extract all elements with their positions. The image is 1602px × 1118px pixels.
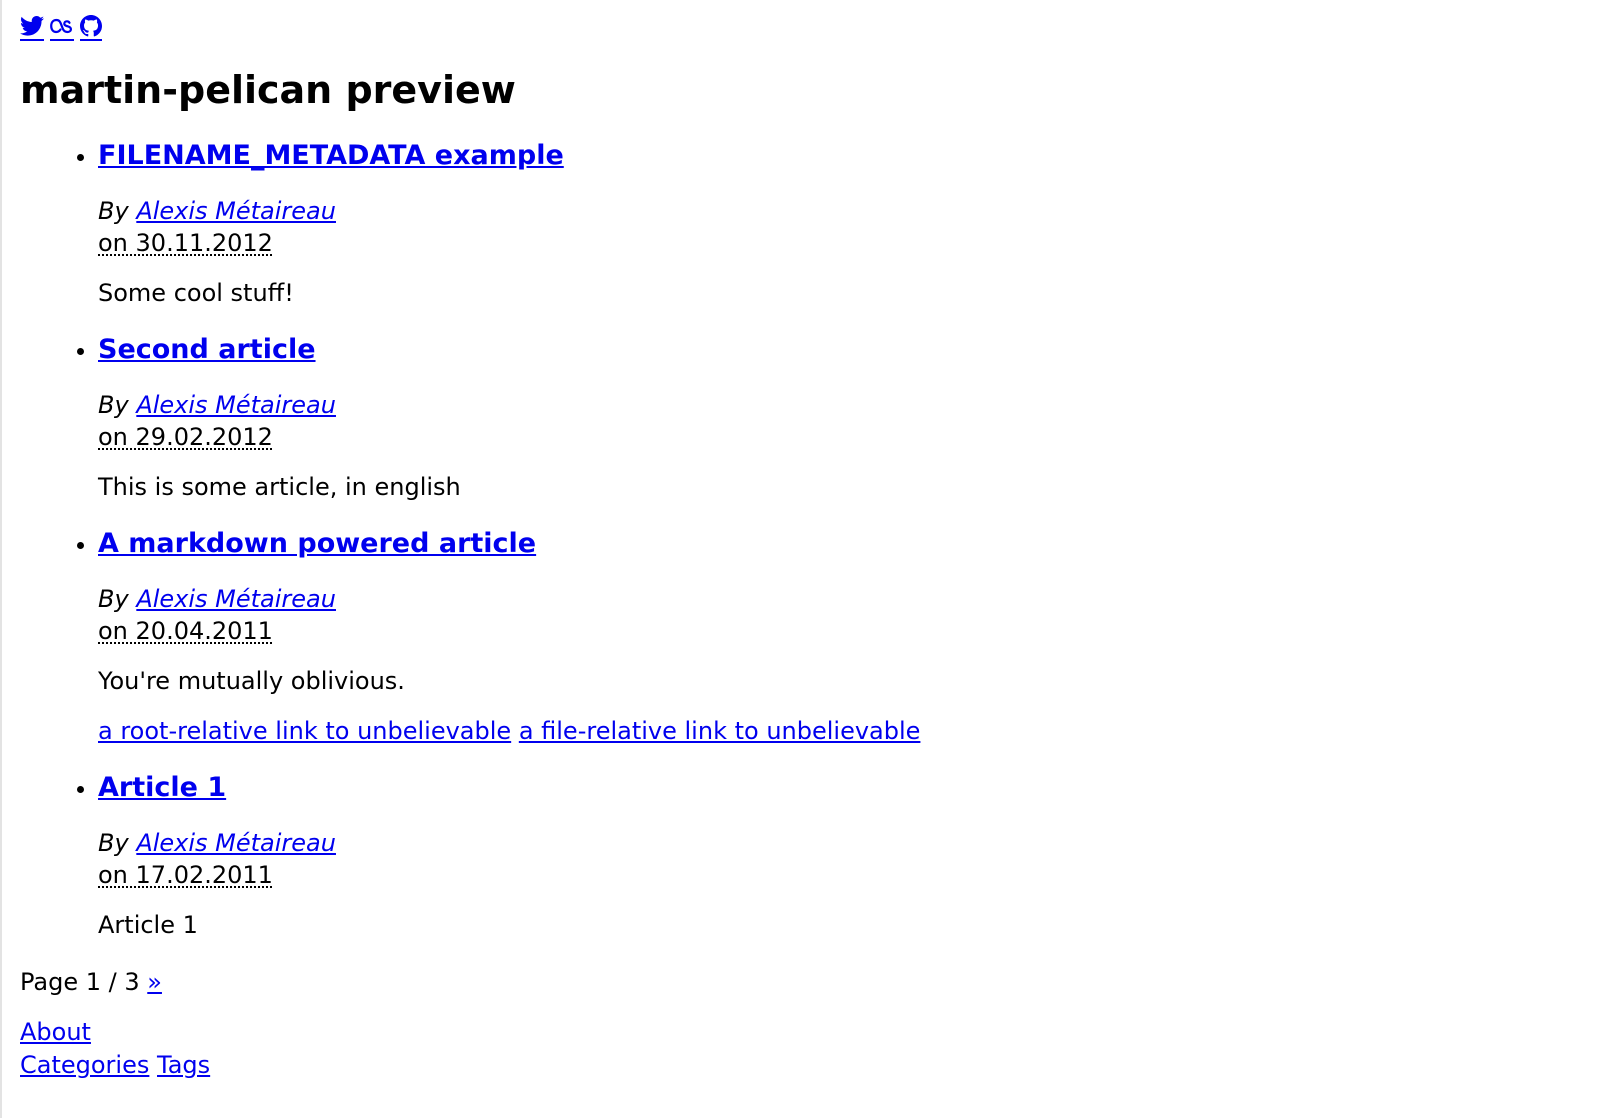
- byline: By Alexis Métaireau: [98, 389, 1498, 421]
- article-date: on 17.02.2011: [98, 861, 273, 889]
- footer-nav: About Categories Tags: [20, 1016, 210, 1082]
- page-indicator: Page 1 / 3: [20, 968, 140, 996]
- article-date: on 30.11.2012: [98, 229, 273, 257]
- left-border: [0, 0, 2, 1118]
- list-item: A markdown powered article By Alexis Mét…: [98, 526, 1498, 770]
- article-summary: Article 1: [98, 911, 198, 939]
- byline-prefix: By: [98, 829, 129, 857]
- byline-prefix: By: [98, 391, 129, 419]
- article-title-link[interactable]: Second article: [98, 332, 1498, 368]
- tags-link[interactable]: Tags: [157, 1051, 210, 1079]
- author-link[interactable]: Alexis Métaireau: [136, 829, 336, 857]
- byline: By Alexis Métaireau: [98, 827, 1498, 859]
- social-links: [20, 12, 102, 42]
- author-link[interactable]: Alexis Métaireau: [136, 391, 336, 419]
- list-item: Article 1 By Alexis Métaireau on 17.02.2…: [98, 770, 1498, 942]
- article-title-link[interactable]: FILENAME_METADATA example: [98, 138, 1498, 174]
- byline: By Alexis Métaireau: [98, 583, 1498, 615]
- root-relative-link[interactable]: a root-relative link to unbelievable: [98, 717, 511, 745]
- article-summary: You're mutually oblivious.: [98, 667, 405, 695]
- article-links: a root-relative link to unbelievable a f…: [98, 715, 1498, 748]
- categories-link[interactable]: Categories: [20, 1051, 149, 1079]
- list-item: FILENAME_METADATA example By Alexis Méta…: [98, 138, 1498, 332]
- author-link[interactable]: Alexis Métaireau: [136, 585, 336, 613]
- file-relative-link[interactable]: a file-relative link to unbelievable: [519, 717, 921, 745]
- lastfm-link[interactable]: [50, 14, 74, 41]
- article-meta: By Alexis Métaireau on 20.04.2011: [98, 583, 1498, 648]
- page-title: martin-pelican preview: [20, 68, 516, 112]
- next-page-link[interactable]: »: [147, 968, 162, 996]
- article-list: FILENAME_METADATA example By Alexis Méta…: [20, 138, 1498, 942]
- github-link[interactable]: [80, 14, 102, 41]
- article-summary: Some cool stuff!: [98, 279, 294, 307]
- pagination: Page 1 / 3 »: [20, 966, 162, 999]
- twitter-link[interactable]: [20, 14, 44, 41]
- twitter-icon: [20, 15, 44, 36]
- lastfm-icon: [50, 18, 73, 33]
- article-date: on 20.04.2011: [98, 617, 273, 645]
- byline-prefix: By: [98, 585, 129, 613]
- byline: By Alexis Métaireau: [98, 195, 1498, 227]
- article-title-link[interactable]: A markdown powered article: [98, 526, 1498, 562]
- byline-prefix: By: [98, 197, 129, 225]
- github-icon: [80, 14, 102, 36]
- list-item: Second article By Alexis Métaireau on 29…: [98, 332, 1498, 526]
- article-date: on 29.02.2012: [98, 423, 273, 451]
- article-meta: By Alexis Métaireau on 17.02.2011: [98, 827, 1498, 892]
- about-link[interactable]: About: [20, 1018, 91, 1046]
- article-meta: By Alexis Métaireau on 30.11.2012: [98, 195, 1498, 260]
- article-summary: This is some article, in english: [98, 473, 461, 501]
- author-link[interactable]: Alexis Métaireau: [136, 197, 336, 225]
- article-title-link[interactable]: Article 1: [98, 770, 1498, 806]
- article-meta: By Alexis Métaireau on 29.02.2012: [98, 389, 1498, 454]
